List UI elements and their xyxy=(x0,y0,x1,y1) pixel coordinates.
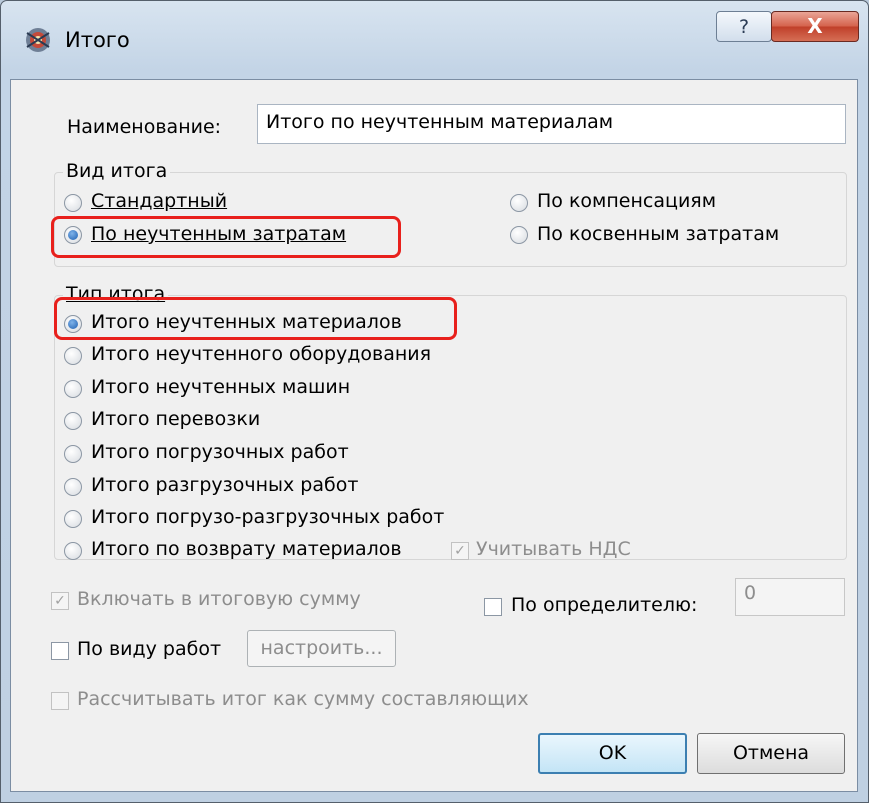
configure-button[interactable]: настроить... xyxy=(247,630,396,667)
radio-indirect-costs-label[interactable]: По косвенным затратам xyxy=(537,223,779,245)
radio-type-transport[interactable] xyxy=(64,412,82,430)
highlight-unaccounted-costs xyxy=(51,216,401,258)
ok-button[interactable]: OK xyxy=(538,733,687,774)
radio-compensations[interactable] xyxy=(510,194,528,212)
radio-type-material-return-label[interactable]: Итого по возврату материалов xyxy=(91,538,402,560)
by-work-type-label[interactable]: По виду работ xyxy=(77,638,221,660)
determinant-input[interactable]: 0 xyxy=(735,578,845,616)
name-input[interactable]: Итого по неучтенным материалам xyxy=(257,104,846,144)
radio-type-machines[interactable] xyxy=(64,380,82,398)
dialog-body: Наименование: Итого по неучтенным матери… xyxy=(10,79,858,792)
title-bar[interactable]: Итого ? X xyxy=(1,1,868,79)
name-label: Наименование: xyxy=(67,116,222,138)
radio-type-loading-label[interactable]: Итого погрузочных работ xyxy=(91,441,349,463)
include-total-label: Включать в итоговую сумму xyxy=(77,588,361,610)
radio-type-material-return[interactable] xyxy=(64,542,82,560)
window-title: Итого xyxy=(65,28,130,52)
radio-type-loading[interactable] xyxy=(64,445,82,463)
radio-type-transport-label[interactable]: Итого перевозки xyxy=(91,408,260,430)
radio-type-equipment-label[interactable]: Итого неучтенного оборудования xyxy=(91,343,431,365)
vat-checkbox[interactable]: ✓ xyxy=(451,542,469,560)
app-icon xyxy=(26,28,50,52)
radio-type-unloading[interactable] xyxy=(64,478,82,496)
cancel-button[interactable]: Отмена xyxy=(697,733,845,774)
include-total-checkbox[interactable]: ✓ xyxy=(51,592,69,610)
radio-type-equipment[interactable] xyxy=(64,347,82,365)
dialog-window: Итого ? X Наименование: Итого по неучтен… xyxy=(0,0,869,803)
total-kind-title: Вид итога xyxy=(63,160,171,182)
radio-compensations-label[interactable]: По компенсациям xyxy=(537,190,716,212)
radio-type-unloading-label[interactable]: Итого разгрузочных работ xyxy=(91,474,358,496)
radio-type-loading-unloading[interactable] xyxy=(64,510,82,528)
highlight-type-materials xyxy=(54,297,457,340)
help-button[interactable]: ? xyxy=(716,11,772,42)
by-determinant-checkbox[interactable] xyxy=(484,598,502,616)
radio-standard[interactable] xyxy=(64,194,82,212)
by-work-type-checkbox[interactable] xyxy=(51,642,69,660)
radio-standard-label[interactable]: Стандартный xyxy=(91,190,227,212)
radio-indirect-costs[interactable] xyxy=(510,226,528,244)
calc-as-sum-checkbox[interactable] xyxy=(51,692,69,710)
close-button[interactable]: X xyxy=(771,11,859,42)
by-determinant-label[interactable]: По определителю: xyxy=(511,594,697,616)
vat-checkbox-label: Учитывать НДС xyxy=(476,538,631,560)
calc-as-sum-label: Рассчитывать итог как сумму составляющих xyxy=(77,688,529,710)
radio-type-loading-unloading-label[interactable]: Итого погрузо-разгрузочных работ xyxy=(91,506,444,528)
radio-type-machines-label[interactable]: Итого неучтенных машин xyxy=(91,376,350,398)
